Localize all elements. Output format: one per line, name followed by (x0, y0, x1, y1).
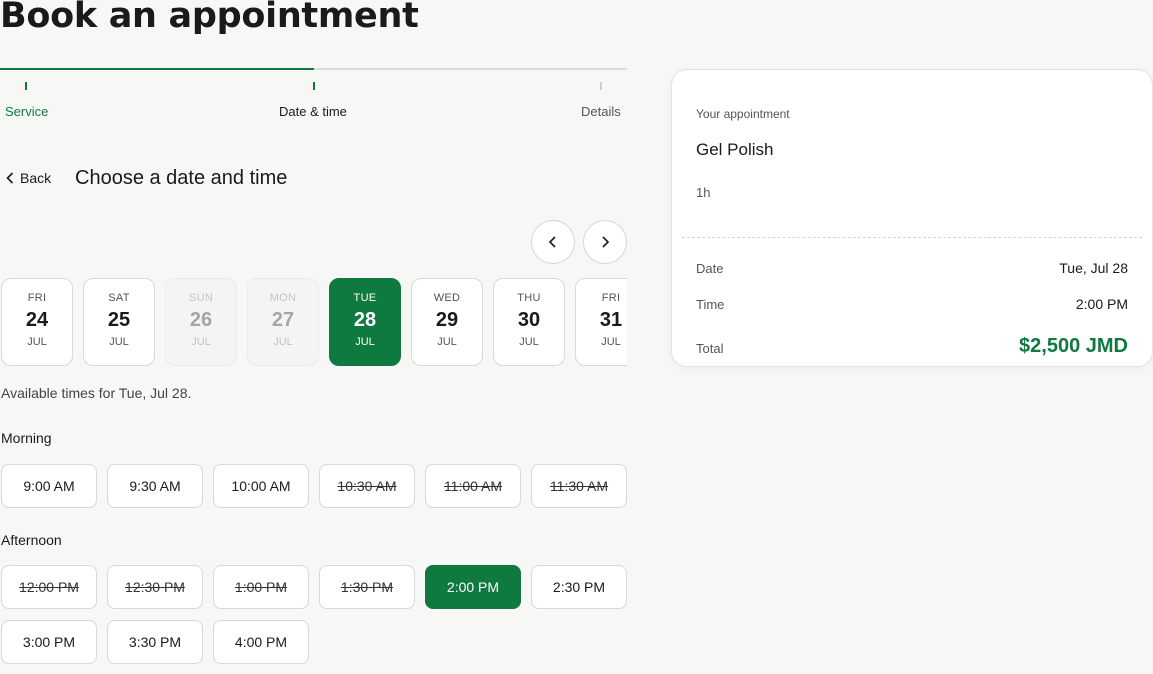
date-card-day: 27 (271, 309, 295, 331)
date-card[interactable]: WED 29 JUL (411, 278, 483, 366)
step-marker-date-time (313, 82, 315, 90)
date-card-dow: THU (517, 292, 541, 304)
step-label-service[interactable]: Service (5, 104, 48, 119)
date-card-day: 25 (107, 309, 131, 331)
time-slot-button[interactable]: 3:00 PM (1, 620, 97, 664)
date-card[interactable]: FRI 31 JUL (575, 278, 627, 366)
date-card[interactable]: TUE 28 JUL (329, 278, 401, 366)
date-card-mon: JUL (27, 336, 47, 348)
step-marker-details (600, 82, 602, 90)
step-label-details: Details (581, 104, 621, 119)
next-dates-button[interactable] (583, 220, 627, 264)
time-slot-button: 12:30 PM (107, 565, 203, 609)
date-card-dow: SUN (188, 292, 214, 304)
date-card-dow: MON (269, 292, 297, 304)
summary-time-value: 2:00 PM (1075, 296, 1128, 312)
summary-divider (682, 237, 1142, 238)
time-slot-button: 11:30 AM (531, 464, 627, 508)
appointment-summary-card: Your appointment Gel Polish 1h Date Tue,… (671, 69, 1153, 367)
morning-label: Morning (1, 430, 52, 446)
back-button[interactable]: Back (6, 170, 51, 186)
date-card[interactable]: SAT 25 JUL (83, 278, 155, 366)
date-card-dow: SAT (108, 292, 130, 304)
date-card-mon: JUL (191, 336, 211, 348)
date-card: MON 27 JUL (247, 278, 319, 366)
page-title: Book an appointment (0, 0, 419, 36)
date-card-mon: JUL (273, 336, 293, 348)
date-card-dow: FRI (601, 292, 621, 304)
summary-service-name: Gel Polish (696, 140, 774, 159)
date-card-day: 26 (189, 309, 213, 331)
date-strip: FRI 24 JUL SAT 25 JUL SUN 26 JUL MON 27 JUL TUE 28 JUL… (0, 278, 627, 366)
chevron-left-icon (548, 236, 556, 248)
time-slot-button: 1:30 PM (319, 565, 415, 609)
date-card-dow: FRI (27, 292, 47, 304)
back-label: Back (20, 170, 52, 186)
time-slot-button[interactable]: 3:30 PM (107, 620, 203, 664)
chevron-right-icon (602, 236, 610, 248)
date-card-day: 24 (25, 309, 49, 331)
date-card-day: 28 (353, 309, 377, 331)
time-slot-button[interactable]: 2:30 PM (531, 565, 627, 609)
summary-date-value: Tue, Jul 28 (1059, 260, 1128, 276)
summary-total-label: Total (696, 341, 724, 356)
summary-total-value: $2,500 JMD (1019, 335, 1128, 357)
progress-stepper: Service Date & time Details (0, 68, 627, 128)
afternoon-label: Afternoon (1, 532, 62, 548)
date-card-mon: JUL (355, 336, 375, 348)
time-slot-button[interactable]: 9:00 AM (1, 464, 97, 508)
time-slot-button[interactable]: 10:00 AM (213, 464, 309, 508)
progress-fill (0, 68, 314, 70)
date-card-mon: JUL (109, 336, 129, 348)
date-card: SUN 26 JUL (165, 278, 237, 366)
date-card-day: 29 (435, 309, 459, 331)
time-slot-button: 12:00 PM (1, 565, 97, 609)
date-card-mon: JUL (519, 336, 539, 348)
date-card-dow: TUE (353, 292, 377, 304)
summary-time-label: Time (696, 297, 725, 312)
date-card[interactable]: FRI 24 JUL (1, 278, 73, 366)
time-slot-button[interactable]: 4:00 PM (213, 620, 309, 664)
chevron-left-icon (6, 172, 14, 184)
time-slot-button[interactable]: 2:00 PM (425, 565, 521, 609)
summary-date-label: Date (696, 261, 724, 276)
date-card-dow: WED (433, 292, 461, 304)
available-times-text: Available times for Tue, Jul 28. (1, 385, 192, 401)
time-slot-button: 10:30 AM (319, 464, 415, 508)
date-card-mon: JUL (601, 336, 621, 348)
step-label-date-time: Date & time (279, 104, 347, 119)
time-slot-button[interactable]: 9:30 AM (107, 464, 203, 508)
section-title: Choose a date and time (75, 167, 288, 189)
date-card-mon: JUL (437, 336, 457, 348)
date-card[interactable]: THU 30 JUL (493, 278, 565, 366)
date-card-day: 30 (517, 309, 541, 331)
summary-kicker: Your appointment (696, 107, 790, 121)
time-slot-button: 1:00 PM (213, 565, 309, 609)
step-marker-service (25, 82, 27, 90)
time-slot-button: 11:00 AM (425, 464, 521, 508)
date-card-day: 31 (599, 309, 623, 331)
summary-duration: 1h (696, 185, 711, 200)
previous-dates-button[interactable] (531, 220, 575, 264)
